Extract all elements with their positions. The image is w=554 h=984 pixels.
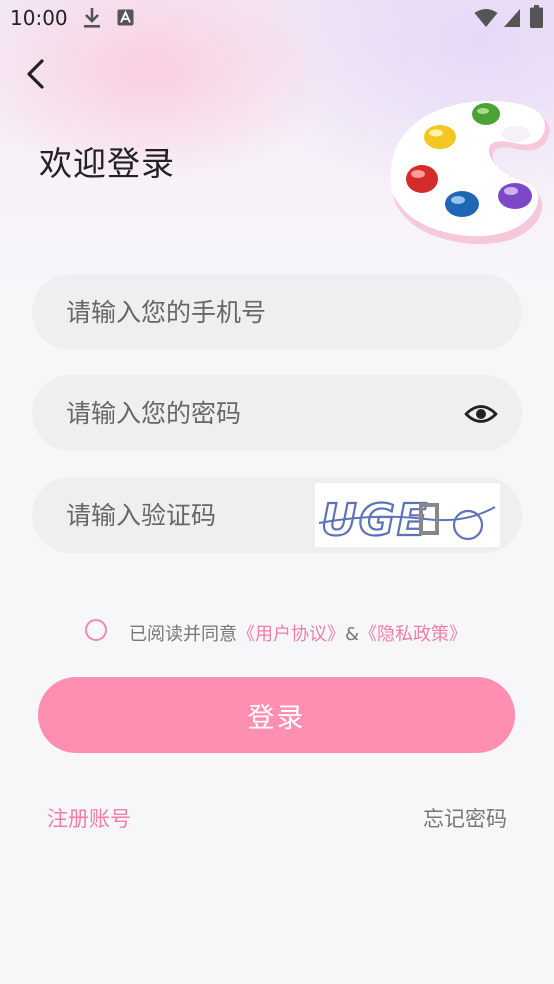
verification-code-input[interactable]: [66, 477, 306, 553]
wifi-icon: [474, 9, 498, 27]
phone-field: [32, 274, 522, 350]
agreement-connector: &: [345, 624, 360, 645]
verification-code-field: UGE: [32, 477, 522, 553]
forgot-password-link[interactable]: 忘记密码: [423, 803, 507, 833]
captcha-image[interactable]: UGE: [315, 483, 500, 547]
password-field: [32, 375, 522, 451]
font-a-icon: [117, 9, 134, 26]
password-input[interactable]: [66, 375, 466, 451]
signal-icon: [504, 9, 520, 27]
register-link[interactable]: 注册账号: [47, 803, 131, 833]
eye-icon[interactable]: [464, 397, 498, 431]
battery-icon: [530, 5, 543, 28]
phone-input[interactable]: [66, 274, 466, 350]
status-bar: 10:00: [0, 0, 554, 36]
back-button[interactable]: [20, 56, 54, 92]
palette-icon: [390, 100, 550, 245]
agreement-checkbox[interactable]: [85, 619, 107, 641]
user-agreement-link[interactable]: 《用户协议》: [237, 624, 345, 645]
status-time: 10:00: [10, 6, 68, 30]
agreement-prefix: 已阅读并同意: [129, 624, 237, 645]
login-button[interactable]: 登录: [38, 677, 515, 753]
download-icon: [84, 8, 100, 28]
privacy-policy-link[interactable]: 《隐私政策》: [359, 624, 467, 645]
chevron-left-icon: [27, 59, 44, 89]
page-title: 欢迎登录: [39, 144, 175, 183]
